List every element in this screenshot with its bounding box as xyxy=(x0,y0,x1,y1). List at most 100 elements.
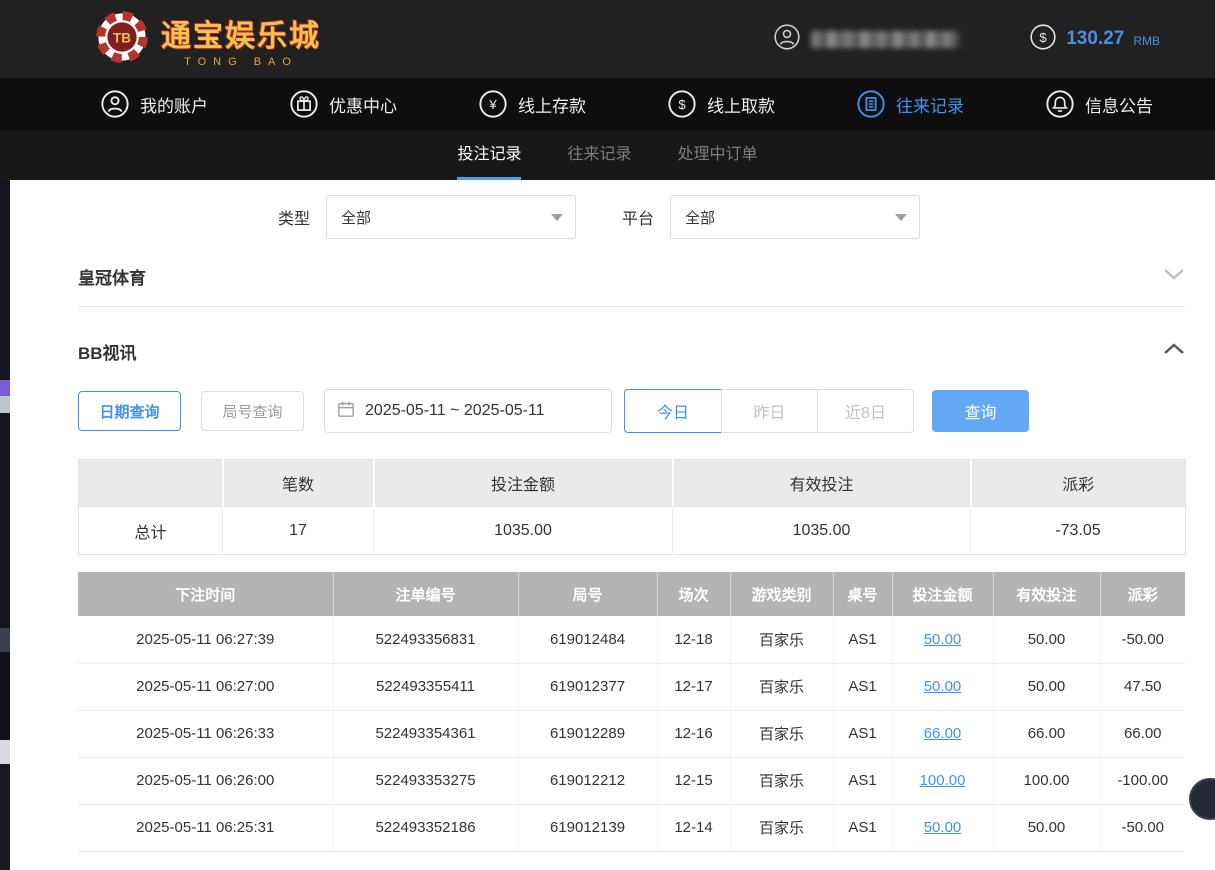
summary-header-count: 笔数 xyxy=(223,460,374,507)
platform-select-value: 全部 xyxy=(685,207,715,228)
nav-item-deposit[interactable]: ¥ 线上存款 xyxy=(478,89,586,119)
nav-label: 我的账户 xyxy=(140,92,208,117)
bet-amount-link[interactable]: 50.00 xyxy=(924,631,962,648)
cell-session: 12-14 xyxy=(657,804,730,851)
svg-text:$: $ xyxy=(1040,29,1048,44)
tab-bet-records[interactable]: 投注记录 xyxy=(457,140,521,180)
cell-bet-time: 2025-05-11 06:25:31 xyxy=(78,804,333,851)
cell-bet-amount: 66.00 xyxy=(892,710,993,757)
main-nav: 我的账户 优惠中心 ¥ 线上存款 xyxy=(0,78,1215,130)
cell-valid-bet: 50.00 xyxy=(993,616,1100,663)
bet-amount-link[interactable]: 66.00 xyxy=(924,725,962,742)
section-title: 皇冠体育 xyxy=(78,264,146,289)
summary-header-bet-amount: 投注金额 xyxy=(374,460,673,507)
date-range-input[interactable]: 2025-05-11 ~ 2025-05-11 xyxy=(324,389,612,433)
type-select[interactable]: 全部 xyxy=(326,195,576,239)
cell-session: 12-15 xyxy=(657,757,730,804)
calendar-icon xyxy=(337,400,355,423)
user-icon xyxy=(773,23,801,56)
announcement-icon xyxy=(1045,89,1075,119)
account-icon xyxy=(100,89,130,119)
last-8-days-button[interactable]: 近8日 xyxy=(817,389,914,433)
deposit-icon: ¥ xyxy=(478,89,508,119)
cell-order-id: 522493354361 xyxy=(333,710,518,757)
summary-header-payout: 派彩 xyxy=(971,460,1186,507)
cell-table-id: AS1 xyxy=(833,757,892,804)
cell-bet-time: 2025-05-11 06:27:00 xyxy=(78,663,333,710)
cell-bet-amount: 50.00 xyxy=(892,804,993,851)
records-icon xyxy=(856,89,886,119)
cell-payout: 66.00 xyxy=(1100,710,1185,757)
header-round-id: 局号 xyxy=(518,572,657,616)
summary-bet-amount: 1035.00 xyxy=(374,507,673,555)
cell-payout: 47.50 xyxy=(1100,663,1185,710)
cell-bet-amount: 50.00 xyxy=(892,616,993,663)
nav-item-withdraw[interactable]: $ 线上取款 xyxy=(667,89,775,119)
nav-label: 线上取款 xyxy=(707,92,775,117)
cell-valid-bet: 50.00 xyxy=(993,663,1100,710)
summary-count: 17 xyxy=(223,507,374,555)
username-masked xyxy=(811,31,959,48)
cell-session: 12-16 xyxy=(657,710,730,757)
nav-item-records[interactable]: 往来记录 xyxy=(856,89,964,119)
cell-valid-bet: 50.00 xyxy=(993,804,1100,851)
cell-valid-bet: 100.00 xyxy=(993,757,1100,804)
cell-game-type: 百家乐 xyxy=(730,616,833,663)
cell-table-id: AS1 xyxy=(833,710,892,757)
content: 类型 全部 平台 全部 皇冠体育 BB视讯 日期查询 局号 xyxy=(10,180,1215,870)
summary-table: 笔数 投注金额 有效投注 派彩 总计 17 1035.00 1035.00 -7… xyxy=(78,459,1186,555)
cell-round-id: 619012139 xyxy=(518,804,657,851)
cell-order-id: 522493352186 xyxy=(333,804,518,851)
tab-transaction-records[interactable]: 往来记录 xyxy=(567,140,631,180)
chevron-up-icon xyxy=(1163,342,1185,361)
cell-game-type: 百家乐 xyxy=(730,663,833,710)
cell-session: 12-18 xyxy=(657,616,730,663)
user-account[interactable] xyxy=(773,23,959,56)
background-page-edge xyxy=(0,180,10,870)
summary-header-blank xyxy=(79,460,223,507)
platform-select[interactable]: 全部 xyxy=(670,195,920,239)
bet-amount-link[interactable]: 100.00 xyxy=(920,772,966,789)
logo-title: 通宝娱乐城 xyxy=(161,11,321,55)
nav-label: 线上存款 xyxy=(518,92,586,117)
cell-order-id: 522493355411 xyxy=(333,663,518,710)
date-query-button[interactable]: 日期查询 xyxy=(78,391,181,431)
table-row: 2025-05-11 06:25:31522493352186619012139… xyxy=(78,804,1185,851)
bet-table: 下注时间 注单编号 局号 场次 游戏类别 桌号 投注金额 有效投注 派彩 202… xyxy=(78,572,1185,852)
logo-text: 通宝娱乐城 TONG BAO xyxy=(161,11,321,68)
search-button[interactable]: 查询 xyxy=(932,390,1029,432)
summary-total-row: 总计 17 1035.00 1035.00 -73.05 xyxy=(79,507,1186,555)
round-query-button[interactable]: 局号查询 xyxy=(201,391,304,431)
logo[interactable]: TB 通宝娱乐城 TONG BAO xyxy=(95,10,321,69)
cell-table-id: AS1 xyxy=(833,616,892,663)
cell-round-id: 619012289 xyxy=(518,710,657,757)
nav-item-announcements[interactable]: 信息公告 xyxy=(1045,89,1153,119)
nav-item-promotions[interactable]: 优惠中心 xyxy=(289,89,397,119)
header-game-type: 游戏类别 xyxy=(730,572,833,616)
nav-item-my-account[interactable]: 我的账户 xyxy=(100,89,208,119)
tab-pending-orders[interactable]: 处理中订单 xyxy=(678,140,758,180)
subtab-bar: 投注记录 往来记录 处理中订单 xyxy=(0,130,1215,180)
today-button[interactable]: 今日 xyxy=(624,389,722,433)
cell-round-id: 619012212 xyxy=(518,757,657,804)
header-order-id: 注单编号 xyxy=(333,572,518,616)
bet-amount-link[interactable]: 50.00 xyxy=(924,819,962,836)
date-range-value: 2025-05-11 ~ 2025-05-11 xyxy=(365,402,545,420)
header-bet-amount: 投注金额 xyxy=(892,572,993,616)
chevron-down-icon xyxy=(1163,267,1185,286)
header-valid-bet: 有效投注 xyxy=(993,572,1100,616)
nav-label: 优惠中心 xyxy=(329,92,397,117)
table-row: 2025-05-11 06:27:39522493356831619012484… xyxy=(78,616,1185,663)
bet-amount-link[interactable]: 50.00 xyxy=(924,678,962,695)
yesterday-button[interactable]: 昨日 xyxy=(721,389,818,433)
table-row: 2025-05-11 06:27:00522493355411619012377… xyxy=(78,663,1185,710)
cell-game-type: 百家乐 xyxy=(730,804,833,851)
top-header: TB 通宝娱乐城 TONG BAO xyxy=(0,0,1215,78)
cell-game-type: 百家乐 xyxy=(730,757,833,804)
balance[interactable]: $ 130.27 RMB xyxy=(1029,23,1160,56)
dollar-icon: $ xyxy=(1029,23,1057,56)
section-crown-sports[interactable]: 皇冠体育 xyxy=(78,247,1185,307)
svg-text:TB: TB xyxy=(113,30,131,45)
bet-table-body: 2025-05-11 06:27:39522493356831619012484… xyxy=(78,616,1185,851)
section-bb-video[interactable]: BB视讯 xyxy=(78,321,1185,381)
